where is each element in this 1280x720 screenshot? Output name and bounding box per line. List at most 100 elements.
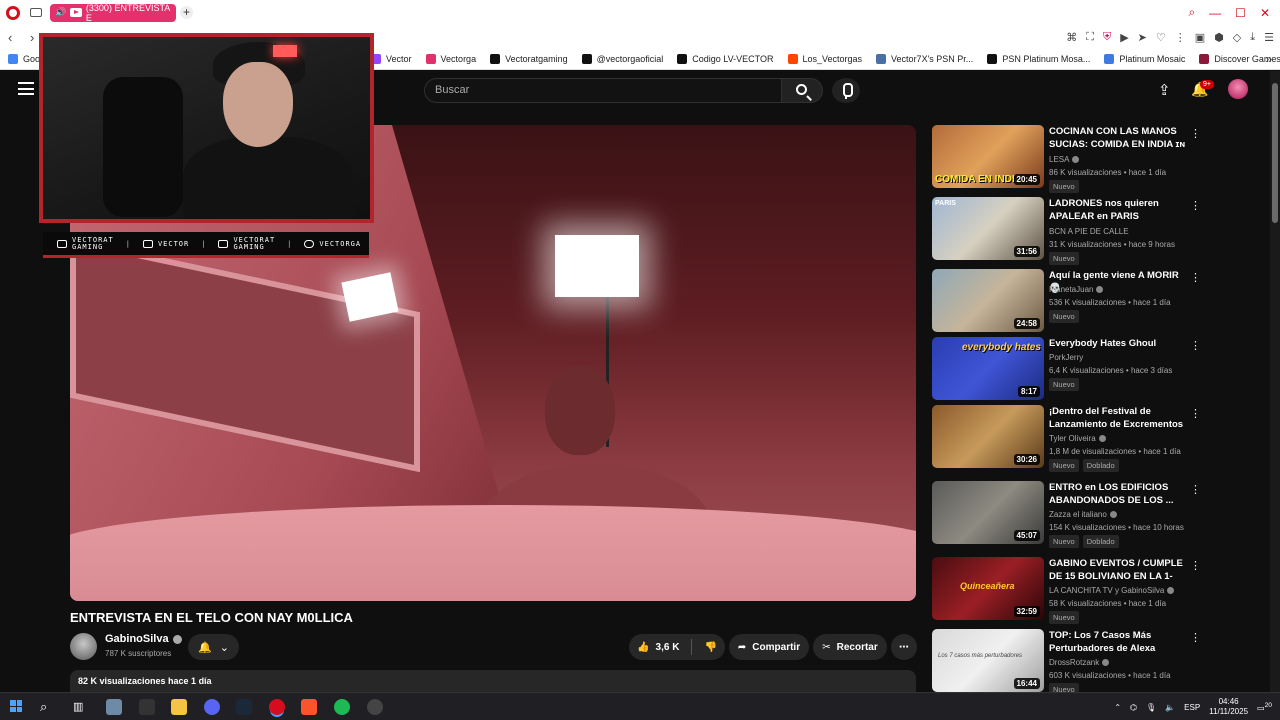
- rec-channel[interactable]: BCN A PIE DE CALLE: [1049, 227, 1129, 236]
- rec-channel[interactable]: PorkJerry: [1049, 353, 1083, 362]
- more-vertical-icon[interactable]: ⋮: [1190, 199, 1201, 212]
- like-count[interactable]: 3,6 K: [656, 642, 680, 653]
- rec-item[interactable]: 45:07 ENTRO en LOS EDIFICIOS ABANDONADOS…: [932, 481, 1207, 548]
- search-tabs-icon[interactable]: ⌕: [1188, 5, 1195, 20]
- dislike-icon[interactable]: 👎: [704, 642, 716, 653]
- rec-title[interactable]: LADRONES nos quieren APALEAR en PARIS: [1049, 197, 1189, 223]
- new-tab-button[interactable]: +: [180, 6, 193, 19]
- back-icon[interactable]: ‹: [8, 30, 22, 45]
- rec-item[interactable]: Los 7 casos más perturbadores 16:44 TOP:…: [932, 629, 1207, 696]
- channel-name[interactable]: GabinoSilva: [105, 633, 182, 645]
- rec-item[interactable]: 24:58 Aquí la gente viene A MORIR 💀 Plan…: [932, 269, 1207, 335]
- minimize-icon[interactable]: —: [1209, 6, 1221, 20]
- more-vertical-icon[interactable]: ⋮: [1190, 407, 1201, 420]
- rec-title[interactable]: ¡Dentro del Festival de Lanzamiento de E…: [1049, 405, 1189, 432]
- bookmark-8[interactable]: PSN Platinum Mosa...: [987, 54, 1090, 64]
- rec-thumbnail[interactable]: Quinceañera 32:59: [932, 557, 1044, 620]
- subscription-bell-button[interactable]: 🔔 ⌄: [188, 634, 239, 660]
- language-indicator[interactable]: ESP: [1184, 703, 1200, 712]
- close-icon[interactable]: ✕: [1260, 6, 1270, 20]
- rec-item[interactable]: COMIDA EN INDIA 20:45 COCINAN CON LAS MA…: [932, 125, 1207, 193]
- bookmark-5[interactable]: Codigo LV-VECTOR: [677, 54, 774, 64]
- rec-thumbnail[interactable]: 24:58: [932, 269, 1044, 332]
- bookmark-4[interactable]: @vectorgaoficial: [581, 54, 663, 64]
- steam-icon[interactable]: [236, 699, 252, 715]
- flow-icon[interactable]: ➤: [1138, 31, 1147, 44]
- share-button[interactable]: ➦ Compartir: [729, 634, 809, 660]
- snapshot-icon[interactable]: ⌘: [1066, 31, 1077, 44]
- more-vertical-icon[interactable]: ⋮: [1175, 31, 1186, 44]
- rec-channel[interactable]: LESA: [1049, 155, 1080, 164]
- bookmark-6[interactable]: Los_Vectorgas: [787, 54, 862, 64]
- more-vertical-icon[interactable]: ⋮: [1190, 339, 1201, 352]
- chevron-up-icon[interactable]: ⌃: [1114, 703, 1121, 712]
- menu-icon[interactable]: [18, 82, 34, 95]
- rec-thumbnail[interactable]: PARIS 31:56: [932, 197, 1044, 260]
- maximize-icon[interactable]: ☐: [1235, 6, 1246, 20]
- spotify-icon[interactable]: [334, 699, 350, 715]
- rec-thumbnail[interactable]: everybody hates 8:17: [932, 337, 1044, 400]
- brave-icon[interactable]: [301, 699, 317, 715]
- speaker-icon[interactable]: 🔊: [55, 7, 66, 18]
- tab-youtube[interactable]: 🔊 (3300) ENTREVISTA E: [50, 3, 176, 23]
- rec-thumbnail[interactable]: Los 7 casos más perturbadores 16:44: [932, 629, 1044, 692]
- rec-channel[interactable]: PlanetaJuan: [1049, 285, 1104, 294]
- network-icon[interactable]: ⌬: [1130, 703, 1137, 712]
- search-icon[interactable]: ⌕: [40, 699, 47, 715]
- bookmarks-more-icon[interactable]: »: [1265, 52, 1272, 66]
- bookmark-3[interactable]: Vectoratgaming: [490, 54, 568, 64]
- description-box[interactable]: 82 K visualizaciones hace 1 día: [70, 670, 916, 692]
- rec-channel[interactable]: LA CANCHITA TV y GabinoSilva: [1049, 586, 1175, 595]
- account-avatar[interactable]: [1228, 79, 1248, 99]
- rec-thumbnail[interactable]: 45:07: [932, 481, 1044, 544]
- file-explorer-icon[interactable]: [171, 699, 187, 715]
- search-input[interactable]: Buscar: [424, 78, 781, 103]
- upload-icon[interactable]: ⇪: [1158, 81, 1171, 99]
- rec-channel[interactable]: Zazza el italiano: [1049, 510, 1117, 519]
- rec-title[interactable]: ENTRO en LOS EDIFICIOS ABANDONADOS DE LO…: [1049, 481, 1189, 507]
- scrollbar-thumb[interactable]: [1272, 83, 1278, 223]
- mic-icon[interactable]: 🎙: [1146, 703, 1156, 712]
- app-icon-2[interactable]: [139, 699, 155, 715]
- rec-item[interactable]: PARIS 31:56 LADRONES nos quieren APALEAR…: [932, 197, 1207, 265]
- task-view-icon[interactable]: ▥: [73, 700, 83, 713]
- settings-icon[interactable]: ☰: [1264, 31, 1274, 44]
- adblock-icon[interactable]: ⛨: [1103, 31, 1111, 44]
- crop-icon[interactable]: ⛶: [1086, 31, 1094, 44]
- more-vertical-icon[interactable]: ⋮: [1190, 127, 1201, 140]
- rec-thumbnail[interactable]: 30:26: [932, 405, 1044, 468]
- notification-center-icon[interactable]: ▭20: [1257, 702, 1272, 713]
- extensions-icon[interactable]: ⬢: [1214, 31, 1224, 44]
- more-vertical-icon[interactable]: ⋮: [1190, 559, 1201, 572]
- sidebar-icon[interactable]: ▣: [1195, 31, 1205, 44]
- cube-icon[interactable]: ◇: [1233, 31, 1241, 44]
- rec-channel[interactable]: DrossRotzank: [1049, 658, 1110, 667]
- more-vertical-icon[interactable]: ⋮: [1190, 271, 1201, 284]
- opera-logo-icon[interactable]: [6, 5, 20, 20]
- voice-search-icon[interactable]: [832, 78, 860, 103]
- app-icon-1[interactable]: [106, 699, 122, 715]
- bookmark-1[interactable]: Vector: [371, 54, 412, 64]
- rec-channel[interactable]: Tyler Oliveira: [1049, 434, 1106, 443]
- rec-title[interactable]: TOP: Los 7 Casos Más Perturbadores de Al…: [1049, 629, 1189, 655]
- bookmark-7[interactable]: Vector7X's PSN Pr...: [876, 54, 973, 64]
- like-icon[interactable]: 👍: [637, 642, 649, 653]
- heart-icon[interactable]: ♡: [1156, 31, 1166, 44]
- scrollbar[interactable]: [1270, 71, 1280, 692]
- rec-title[interactable]: Everybody Hates Ghoul: [1049, 337, 1189, 350]
- bookmark-9[interactable]: Platinum Mosaic: [1104, 54, 1185, 64]
- channel-avatar[interactable]: [70, 633, 97, 660]
- search-button[interactable]: [781, 78, 823, 103]
- more-vertical-icon[interactable]: ⋮: [1190, 483, 1201, 496]
- opera-taskbar-icon[interactable]: [269, 699, 285, 715]
- rec-item[interactable]: 30:26 ¡Dentro del Festival de Lanzamient…: [932, 405, 1207, 472]
- volume-icon[interactable]: 🔈: [1165, 703, 1175, 712]
- clock[interactable]: 04:46 11/11/2025: [1209, 697, 1248, 717]
- windows-start-icon[interactable]: [10, 700, 22, 712]
- play-icon[interactable]: ▶: [1120, 31, 1128, 44]
- rec-item[interactable]: everybody hates 8:17 Everybody Hates Gho…: [932, 337, 1207, 403]
- tab-islands-icon[interactable]: [30, 8, 42, 17]
- obs-icon[interactable]: [367, 699, 383, 715]
- rec-title[interactable]: GABINO EVENTOS / CUMPLE DE 15 BOLIVIANO …: [1049, 557, 1189, 584]
- rec-thumbnail[interactable]: COMIDA EN INDIA 20:45: [932, 125, 1044, 188]
